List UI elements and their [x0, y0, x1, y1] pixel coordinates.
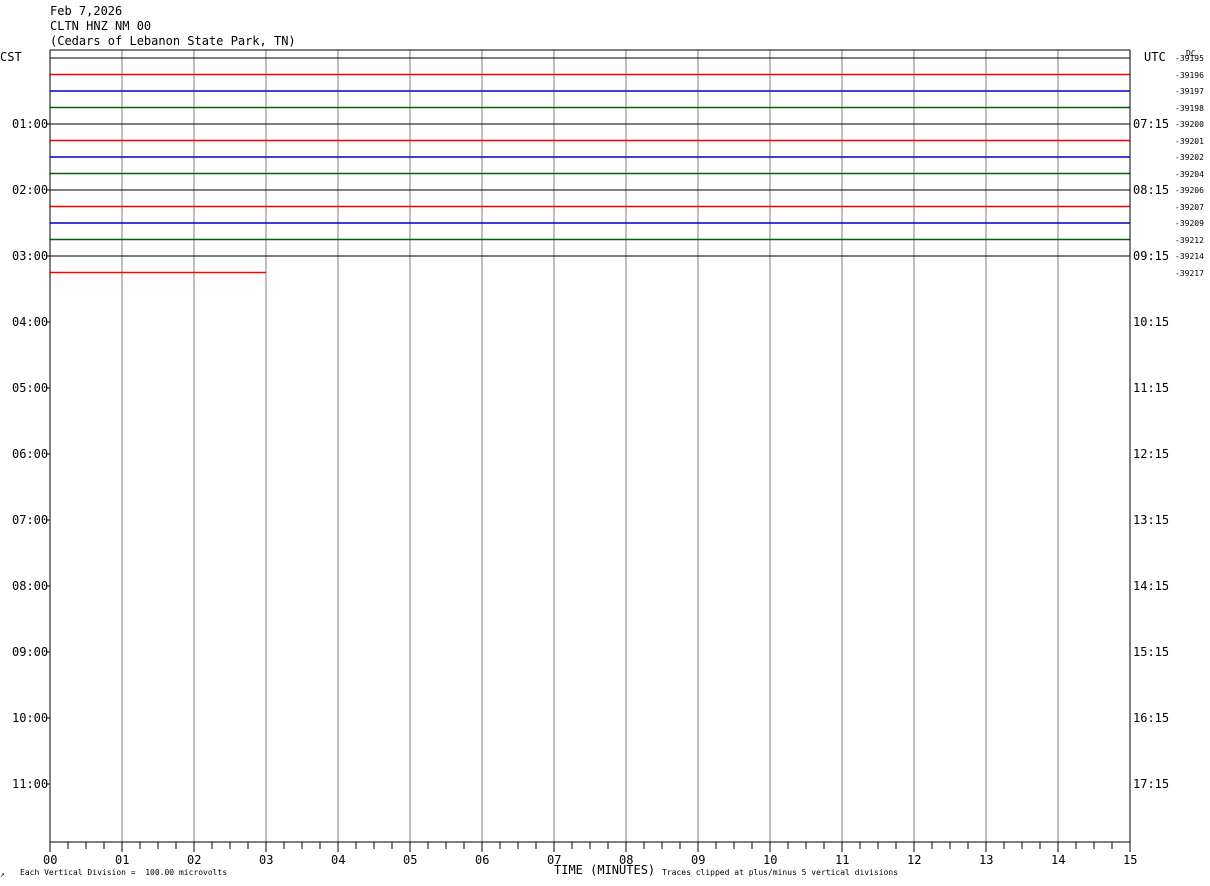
- x-tick-label: 06: [475, 853, 490, 867]
- right-hour-label: 16:15: [1133, 711, 1170, 725]
- x-tick-label: 10: [763, 853, 778, 867]
- x-tick-label: 13: [979, 853, 994, 867]
- left-hour-label: 09:00: [12, 645, 49, 659]
- dc-offset-label: -39209: [1175, 219, 1204, 228]
- left-hour-label: 06:00: [12, 447, 49, 461]
- dc-offset-label: -39197: [1175, 87, 1204, 96]
- trace-layer: [50, 57, 1130, 274]
- dc-offset-label: -39207: [1175, 202, 1204, 212]
- left-hour-label: 02:00: [12, 183, 49, 197]
- x-tick-label: 05: [403, 853, 418, 867]
- dc-offset-label: -39212: [1175, 235, 1204, 245]
- dc-offset-label: -39206: [1175, 186, 1204, 195]
- dc-offset-label: -39196: [1175, 70, 1204, 80]
- dc-offset-label: -39202: [1175, 153, 1204, 162]
- x-tick-label: 14: [1051, 853, 1066, 867]
- x-tick-label: 09: [691, 853, 706, 867]
- grid-layer: [121, 50, 1059, 842]
- left-hour-label: 03:00: [12, 249, 49, 263]
- right-hour-label: 11:15: [1133, 381, 1170, 395]
- x-tick-label: 03: [259, 853, 274, 867]
- dc-offset-label: -39204: [1175, 169, 1204, 179]
- right-hour-label: 15:15: [1133, 645, 1170, 659]
- left-hour-label: 10:00: [12, 711, 49, 725]
- right-hour-label: 08:15: [1133, 183, 1170, 197]
- right-hour-label: 12:15: [1133, 447, 1170, 461]
- left-hour-label: 11:00: [12, 777, 49, 791]
- dc-offset-label: -39198: [1175, 103, 1204, 113]
- right-hour-label: 09:15: [1133, 249, 1170, 263]
- dc-offset-label: -39200: [1175, 120, 1204, 129]
- corner-mark: ↗: [0, 870, 5, 879]
- x-tick-label: 02: [187, 853, 202, 867]
- x-tick-label: 11: [835, 853, 850, 867]
- right-hour-label: 10:15: [1133, 315, 1170, 329]
- x-tick-label: 15: [1123, 853, 1138, 867]
- right-hour-label: 17:15: [1133, 777, 1170, 791]
- left-hour-label: 05:00: [12, 381, 49, 395]
- x-axis-label: TIME (MINUTES): [554, 863, 656, 877]
- left-hour-label: 01:00: [12, 117, 49, 131]
- right-hour-label: 13:15: [1133, 513, 1170, 527]
- right-hour-label: 07:15: [1133, 117, 1170, 131]
- left-hour-label: 08:00: [12, 579, 49, 593]
- x-tick-label: 12: [907, 853, 922, 867]
- scale-note: Each Vertical Division = 100.00 microvol…: [20, 868, 228, 877]
- x-tick-label: 00: [43, 853, 58, 867]
- dc-offset-label: -39195: [1175, 54, 1204, 63]
- axis-layer: [46, 49, 1131, 852]
- helicorder-plot: [46, 49, 1131, 852]
- dc-offset-label: -39214: [1175, 252, 1204, 261]
- x-tick-label: 04: [331, 853, 346, 867]
- left-hour-label: 07:00: [12, 513, 49, 527]
- dc-offset-label: -39201: [1175, 136, 1204, 146]
- x-tick-label: 01: [115, 853, 130, 867]
- left-hour-label: 04:00: [12, 315, 49, 329]
- clip-note: Traces clipped at plus/minus 5 vertical …: [662, 868, 899, 877]
- dc-offset-label: -39217: [1175, 268, 1204, 278]
- right-hour-label: 14:15: [1133, 579, 1170, 593]
